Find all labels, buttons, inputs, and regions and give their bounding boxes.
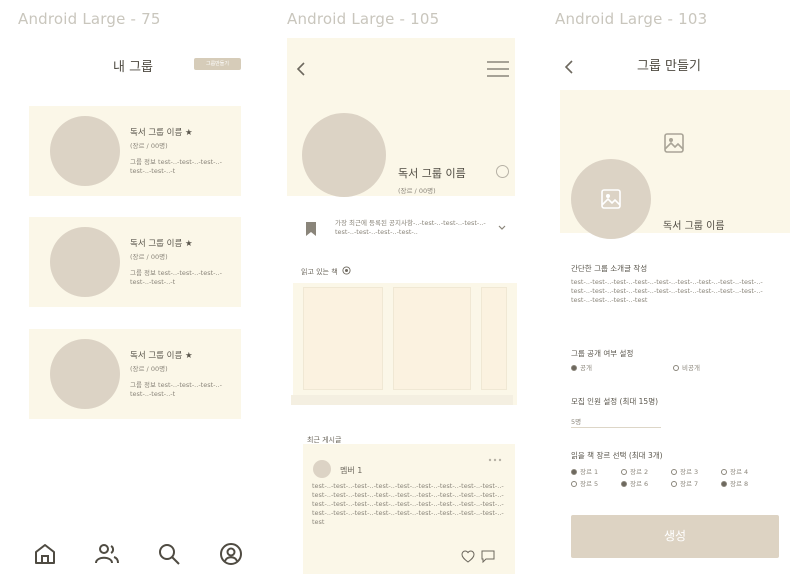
genre-option[interactable]: 장르 5: [571, 480, 598, 489]
page-title: 내 그룹: [113, 60, 154, 75]
back-icon[interactable]: [295, 62, 307, 76]
page-title: 그룹 만들기: [637, 59, 701, 74]
group-description: 그룹 정보 test-..-test-..-test-..-test-..-te…: [130, 381, 222, 398]
comment-icon[interactable]: [481, 550, 495, 563]
genre-label: 읽을 책 장르 선택 (최대 3개): [571, 451, 663, 460]
radio-icon: [721, 481, 727, 487]
notice-banner[interactable]: 가장 최근에 등록된 공지사항-..-test-..-test-..-test-…: [295, 213, 509, 251]
genre-option[interactable]: 장르 3: [671, 468, 698, 477]
image-icon[interactable]: [663, 132, 685, 154]
group-meta: (장르 / 00명): [130, 253, 168, 261]
people-icon[interactable]: [94, 541, 120, 567]
create-button[interactable]: 생성: [571, 515, 779, 558]
group-name-field[interactable]: 독서 그룹 이름: [663, 217, 725, 232]
reading-books-label: 읽고 있는 책: [301, 266, 351, 277]
genre-option[interactable]: 장르 4: [721, 468, 748, 477]
group-card[interactable]: 독서 그룹 이름 ★ (장르 / 00명) 그룹 정보 test-..-test…: [29, 106, 241, 196]
my-groups-screen: 내 그룹 그룹만들기 독서 그룹 이름 ★ (장르 / 00명) 그룹 정보 t…: [18, 38, 258, 574]
bottom-nav: home-icon: [32, 541, 242, 569]
home-icon[interactable]: [32, 541, 58, 567]
book-cover[interactable]: [481, 287, 507, 390]
search-icon[interactable]: [156, 541, 182, 567]
group-description: 그룹 정보 test-..-test-..-test-..-test-..-te…: [130, 158, 222, 175]
group-name: 독서 그룹 이름 ★: [130, 239, 193, 249]
radio-icon: [673, 365, 679, 371]
book-cover[interactable]: [393, 287, 471, 390]
group-avatar: [302, 113, 386, 197]
radio-icon: [621, 481, 627, 487]
post-author-avatar: [313, 460, 331, 478]
menu-icon[interactable]: [487, 60, 509, 78]
visibility-label: 그룹 공개 여부 설정: [571, 349, 634, 358]
add-circle-icon[interactable]: [342, 266, 351, 275]
radio-icon: [621, 469, 627, 475]
profile-icon[interactable]: [218, 541, 244, 567]
visibility-option-private[interactable]: 비공개: [673, 364, 700, 373]
radio-icon: [671, 481, 677, 487]
post-content: test-..-test-..-test-..-test-..-test-..-…: [312, 482, 504, 526]
group-name: 독서 그룹 이름 ★: [130, 128, 193, 138]
group-name: 독서 그룹 이름 ★: [130, 351, 193, 361]
create-group-screen: 그룹 만들기 독서 그룹 이름 간단한 그룹 소개글 작성 test-..-te…: [555, 38, 795, 574]
intro-textarea[interactable]: test-..-test-..-test-..-test-..-test-..-…: [571, 278, 779, 305]
genre-option[interactable]: 장르 6: [621, 480, 648, 489]
group-description: 그룹 정보 test-..-test-..-test-..-test-..-te…: [130, 269, 222, 286]
post-card[interactable]: 멤버 1 test-..-test-..-test-..-test-..-tes…: [303, 444, 515, 574]
group-card[interactable]: 독서 그룹 이름 ★ (장르 / 00명) 그룹 정보 test-..-test…: [29, 217, 241, 307]
shelf-base: [291, 395, 513, 405]
genre-option[interactable]: 장르 1: [571, 468, 598, 477]
frame-label-105: Android Large - 105: [287, 10, 440, 28]
group-avatar: [50, 339, 120, 409]
radio-icon: [571, 469, 577, 475]
group-avatar: [50, 227, 120, 297]
info-icon[interactable]: [495, 164, 510, 179]
create-group-button[interactable]: 그룹만들기: [194, 58, 241, 70]
member-limit-select[interactable]: 5명: [571, 418, 661, 428]
group-avatar: [50, 116, 120, 186]
bookshelf: [291, 283, 517, 405]
back-icon[interactable]: [563, 60, 575, 74]
member-limit-label: 모집 인원 설정 (최대 15명): [571, 397, 659, 406]
radio-icon: [571, 481, 577, 487]
post-author: 멤버 1: [340, 466, 363, 475]
genre-option[interactable]: 장르 2: [621, 468, 648, 477]
genre-option[interactable]: 장르 7: [671, 480, 698, 489]
book-cover[interactable]: [303, 287, 383, 390]
heart-icon[interactable]: [461, 550, 475, 563]
bookmark-icon: [306, 222, 316, 236]
frame-label-103: Android Large - 103: [555, 10, 708, 28]
radio-icon: [571, 365, 577, 371]
more-icon[interactable]: [488, 458, 502, 462]
group-name: 독서 그룹 이름: [398, 167, 466, 180]
genre-option[interactable]: 장르 8: [721, 480, 748, 489]
group-meta: (장르 / 00명): [398, 187, 436, 195]
radio-icon: [671, 469, 677, 475]
group-detail-screen: 독서 그룹 이름 (장르 / 00명) 가장 최근에 등록된 공지사항-..-t…: [287, 38, 527, 574]
frame-label-75: Android Large - 75: [18, 10, 161, 28]
group-meta: (장르 / 00명): [130, 365, 168, 373]
visibility-option-public[interactable]: 공개: [571, 364, 592, 373]
group-card[interactable]: 독서 그룹 이름 ★ (장르 / 00명) 그룹 정보 test-..-test…: [29, 329, 241, 419]
image-icon: [601, 189, 621, 209]
radio-icon: [721, 469, 727, 475]
intro-label: 간단한 그룹 소개글 작성: [571, 264, 648, 273]
notice-text: 가장 최근에 등록된 공지사항-..-test-..-test-..-test-…: [335, 219, 486, 236]
group-meta: (장르 / 00명): [130, 142, 168, 150]
chevron-down-icon[interactable]: [498, 225, 506, 231]
